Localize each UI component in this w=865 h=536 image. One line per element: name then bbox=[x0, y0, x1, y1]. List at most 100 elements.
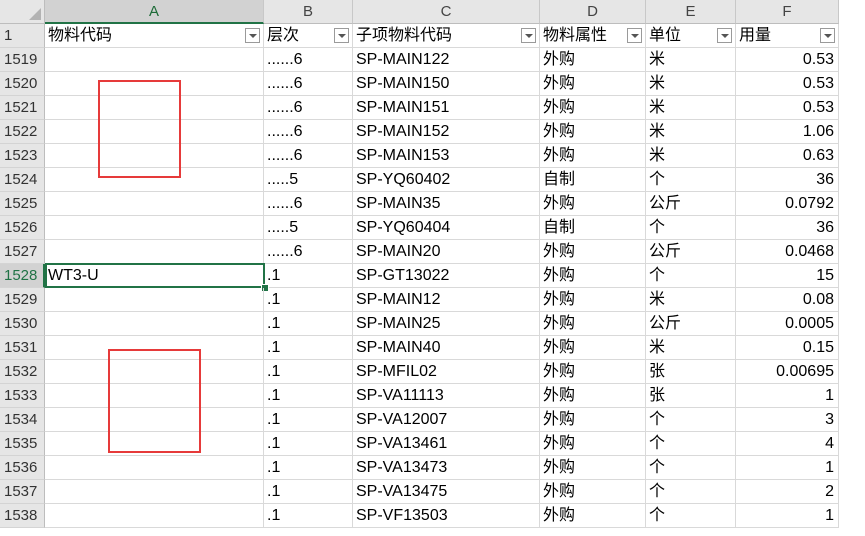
filter-dropdown-icon[interactable] bbox=[627, 28, 642, 43]
table-cell-f[interactable]: 15 bbox=[736, 264, 839, 288]
row-header-1[interactable]: 1 bbox=[0, 24, 45, 48]
filter-dropdown-icon[interactable] bbox=[820, 28, 835, 43]
table-cell-d[interactable]: 外购 bbox=[540, 312, 646, 336]
table-cell-b[interactable]: ......6 bbox=[264, 48, 353, 72]
table-cell-b[interactable]: .1 bbox=[264, 408, 353, 432]
table-cell-d[interactable]: 外购 bbox=[540, 240, 646, 264]
header-cell-d[interactable]: 物料属性 bbox=[540, 24, 646, 48]
table-cell-f[interactable]: 0.00695 bbox=[736, 360, 839, 384]
row-header[interactable]: 1524 bbox=[0, 168, 45, 192]
table-cell-e[interactable]: 个 bbox=[646, 264, 736, 288]
table-cell-c[interactable]: SP-MAIN151 bbox=[353, 96, 540, 120]
table-cell-d[interactable]: 外购 bbox=[540, 432, 646, 456]
table-cell-e[interactable]: 个 bbox=[646, 504, 736, 528]
filter-dropdown-icon[interactable] bbox=[521, 28, 536, 43]
table-cell-c[interactable]: SP-MAIN35 bbox=[353, 192, 540, 216]
table-cell-e[interactable]: 公斤 bbox=[646, 240, 736, 264]
table-cell-f[interactable]: 3 bbox=[736, 408, 839, 432]
table-cell-c[interactable]: SP-MAIN40 bbox=[353, 336, 540, 360]
table-cell-c[interactable]: SP-VA13461 bbox=[353, 432, 540, 456]
table-cell-e[interactable]: 米 bbox=[646, 48, 736, 72]
table-cell-f[interactable]: 0.0005 bbox=[736, 312, 839, 336]
table-cell-e[interactable]: 个 bbox=[646, 408, 736, 432]
table-cell-e[interactable]: 个 bbox=[646, 216, 736, 240]
row-header[interactable]: 1530 bbox=[0, 312, 45, 336]
header-cell-c[interactable]: 子项物料代码 bbox=[353, 24, 540, 48]
table-cell-b[interactable]: .1 bbox=[264, 336, 353, 360]
table-cell-d[interactable]: 外购 bbox=[540, 264, 646, 288]
row-header[interactable]: 1527 bbox=[0, 240, 45, 264]
row-header[interactable]: 1535 bbox=[0, 432, 45, 456]
table-cell-f[interactable]: 0.53 bbox=[736, 48, 839, 72]
header-cell-b[interactable]: 层次 bbox=[264, 24, 353, 48]
table-cell-c[interactable]: SP-MAIN12 bbox=[353, 288, 540, 312]
table-cell-a[interactable] bbox=[45, 480, 264, 504]
table-cell-b[interactable]: .....5 bbox=[264, 216, 353, 240]
table-cell-b[interactable]: ......6 bbox=[264, 144, 353, 168]
table-cell-d[interactable]: 外购 bbox=[540, 336, 646, 360]
header-cell-f[interactable]: 用量 bbox=[736, 24, 839, 48]
table-cell-d[interactable]: 外购 bbox=[540, 480, 646, 504]
column-header-f[interactable]: F bbox=[736, 0, 839, 24]
row-header[interactable]: 1522 bbox=[0, 120, 45, 144]
row-header[interactable]: 1537 bbox=[0, 480, 45, 504]
table-cell-f[interactable]: 36 bbox=[736, 168, 839, 192]
table-cell-c[interactable]: SP-MAIN153 bbox=[353, 144, 540, 168]
filter-dropdown-icon[interactable] bbox=[245, 28, 260, 43]
table-cell-f[interactable]: 0.08 bbox=[736, 288, 839, 312]
table-cell-c[interactable]: SP-MAIN152 bbox=[353, 120, 540, 144]
filter-dropdown-icon[interactable] bbox=[717, 28, 732, 43]
table-cell-f[interactable]: 2 bbox=[736, 480, 839, 504]
table-cell-d[interactable]: 自制 bbox=[540, 216, 646, 240]
table-cell-d[interactable]: 外购 bbox=[540, 288, 646, 312]
table-cell-c[interactable]: SP-VA11113 bbox=[353, 384, 540, 408]
table-cell-e[interactable]: 个 bbox=[646, 480, 736, 504]
table-cell-b[interactable]: .....5 bbox=[264, 168, 353, 192]
table-cell-e[interactable]: 米 bbox=[646, 336, 736, 360]
table-cell-a[interactable] bbox=[45, 504, 264, 528]
table-cell-a[interactable] bbox=[45, 312, 264, 336]
row-header[interactable]: 1525 bbox=[0, 192, 45, 216]
table-cell-f[interactable]: 36 bbox=[736, 216, 839, 240]
table-cell-f[interactable]: 0.0792 bbox=[736, 192, 839, 216]
row-header[interactable]: 1531 bbox=[0, 336, 45, 360]
table-cell-b[interactable]: ......6 bbox=[264, 192, 353, 216]
table-cell-c[interactable]: SP-MFIL02 bbox=[353, 360, 540, 384]
table-cell-b[interactable]: .1 bbox=[264, 360, 353, 384]
table-cell-f[interactable]: 0.15 bbox=[736, 336, 839, 360]
table-cell-b[interactable]: .1 bbox=[264, 504, 353, 528]
table-cell-d[interactable]: 外购 bbox=[540, 504, 646, 528]
table-cell-c[interactable]: SP-MAIN122 bbox=[353, 48, 540, 72]
table-cell-e[interactable]: 张 bbox=[646, 360, 736, 384]
row-header[interactable]: 1521 bbox=[0, 96, 45, 120]
table-cell-e[interactable]: 米 bbox=[646, 96, 736, 120]
select-all-triangle-icon[interactable] bbox=[29, 8, 41, 20]
table-cell-b[interactable]: .1 bbox=[264, 288, 353, 312]
column-header-b[interactable]: B bbox=[264, 0, 353, 24]
row-header[interactable]: 1523 bbox=[0, 144, 45, 168]
table-cell-f[interactable]: 0.0468 bbox=[736, 240, 839, 264]
row-header[interactable]: 1519 bbox=[0, 48, 45, 72]
table-cell-f[interactable]: 4 bbox=[736, 432, 839, 456]
table-cell-e[interactable]: 米 bbox=[646, 144, 736, 168]
header-cell-e[interactable]: 单位 bbox=[646, 24, 736, 48]
table-cell-d[interactable]: 外购 bbox=[540, 192, 646, 216]
table-cell-e[interactable]: 个 bbox=[646, 432, 736, 456]
table-cell-b[interactable]: ......6 bbox=[264, 240, 353, 264]
table-cell-a[interactable] bbox=[45, 216, 264, 240]
table-cell-a[interactable] bbox=[45, 240, 264, 264]
table-cell-f[interactable]: 0.53 bbox=[736, 96, 839, 120]
table-cell-f[interactable]: 0.53 bbox=[736, 72, 839, 96]
row-header[interactable]: 1533 bbox=[0, 384, 45, 408]
table-cell-b[interactable]: .1 bbox=[264, 312, 353, 336]
table-cell-d[interactable]: 外购 bbox=[540, 96, 646, 120]
table-cell-c[interactable]: SP-GT13022 bbox=[353, 264, 540, 288]
table-cell-d[interactable]: 外购 bbox=[540, 384, 646, 408]
table-cell-c[interactable]: SP-MAIN20 bbox=[353, 240, 540, 264]
table-cell-d[interactable]: 自制 bbox=[540, 168, 646, 192]
table-cell-e[interactable]: 米 bbox=[646, 288, 736, 312]
select-all-corner[interactable] bbox=[0, 0, 45, 24]
row-header[interactable]: 1528 bbox=[0, 264, 45, 288]
table-cell-e[interactable]: 个 bbox=[646, 456, 736, 480]
table-cell-c[interactable]: SP-MAIN25 bbox=[353, 312, 540, 336]
